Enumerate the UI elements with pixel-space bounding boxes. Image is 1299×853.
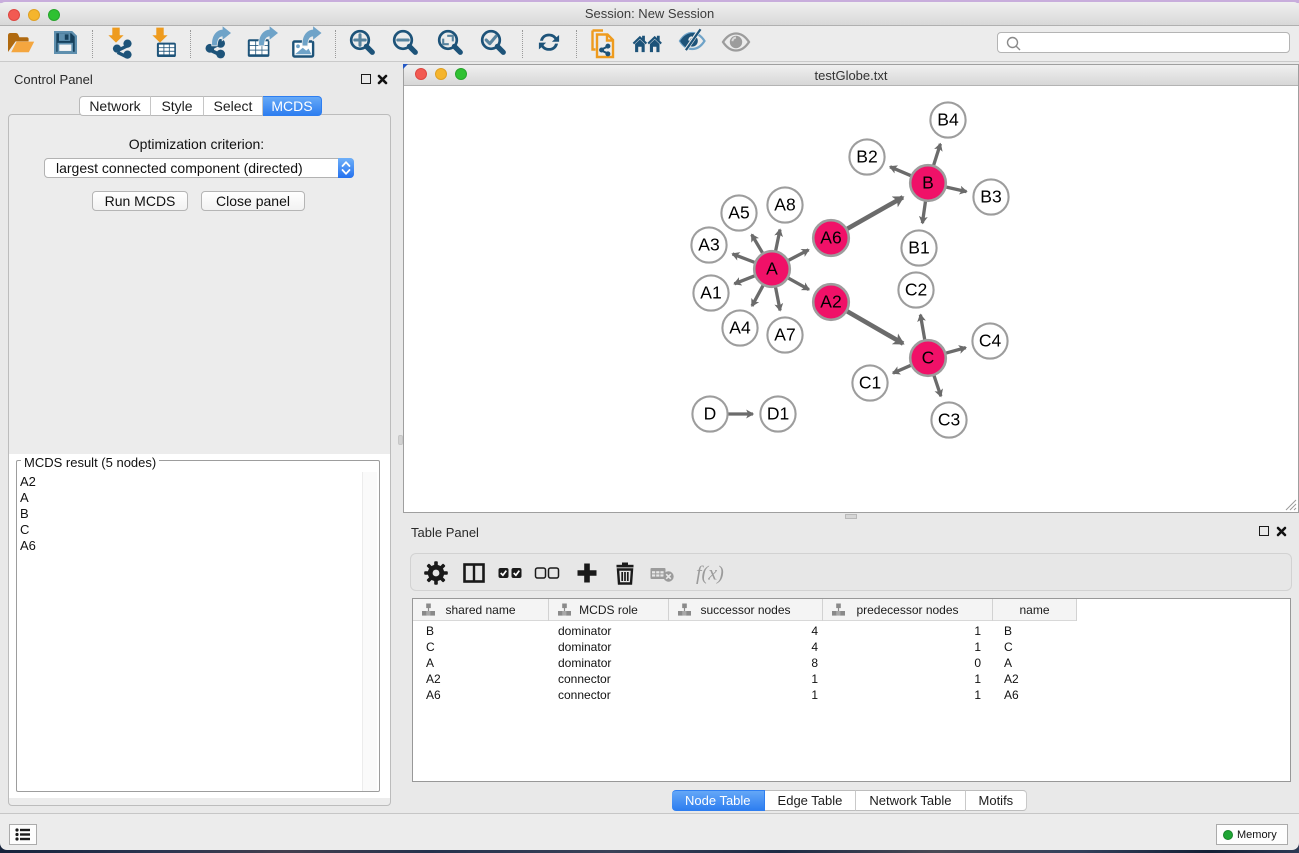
svg-text:B4: B4 (937, 110, 959, 130)
svg-text:B1: B1 (908, 238, 929, 258)
svg-text:A7: A7 (774, 325, 795, 345)
svg-text:A: A (766, 259, 778, 279)
svg-text:C3: C3 (938, 410, 960, 430)
svg-text:C4: C4 (979, 331, 1002, 351)
svg-text:A1: A1 (700, 283, 721, 303)
svg-text:D: D (704, 404, 717, 424)
svg-text:B3: B3 (980, 187, 1001, 207)
svg-text:B2: B2 (856, 147, 877, 167)
svg-text:A2: A2 (820, 292, 841, 312)
svg-text:A6: A6 (820, 228, 841, 248)
svg-text:A8: A8 (774, 195, 795, 215)
svg-text:C2: C2 (905, 280, 927, 300)
svg-text:B: B (922, 173, 934, 193)
svg-text:f(x): f(x) (696, 563, 724, 585)
svg-text:C1: C1 (859, 373, 881, 393)
svg-text:A3: A3 (698, 235, 719, 255)
svg-text:A4: A4 (729, 318, 751, 338)
svg-text:D1: D1 (767, 404, 789, 424)
svg-text:A5: A5 (728, 203, 749, 223)
svg-text:C: C (922, 348, 935, 368)
